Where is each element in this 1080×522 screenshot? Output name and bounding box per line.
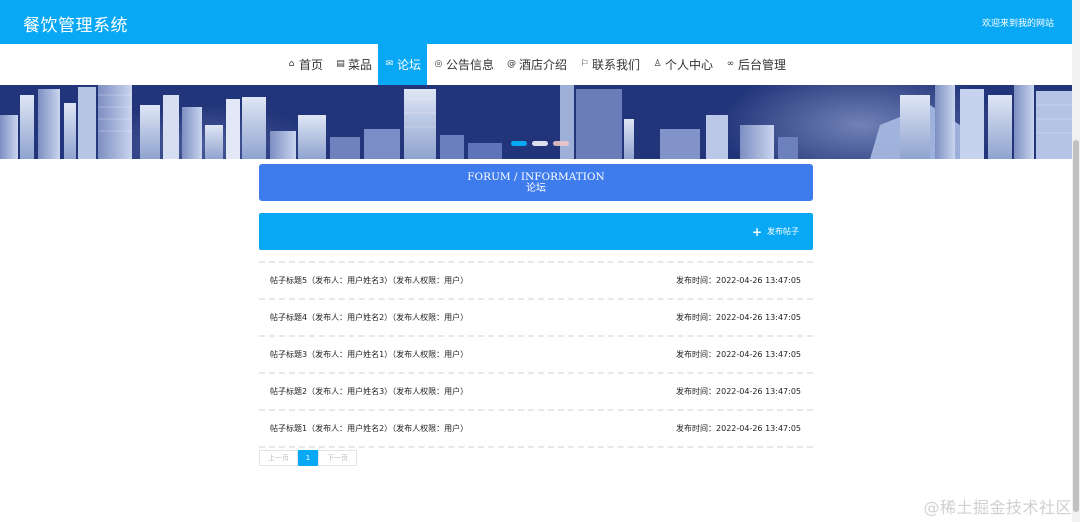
pagination: 上一页 1 下一页 [259, 450, 357, 466]
forum-icon: ✉ [385, 59, 394, 69]
nav-label: 菜品 [347, 58, 372, 72]
nav-label: 论坛 [396, 58, 421, 72]
nav-item-hotel[interactable]: @ 酒店介绍 [500, 44, 573, 85]
nav-label: 首页 [298, 58, 323, 72]
post-title: 帖子标题5（发布人：用户姓名3）（发布人权限：用户） [270, 276, 469, 285]
scrollbar-thumb[interactable] [1073, 140, 1079, 512]
post-item[interactable]: 帖子标题1（发布人：用户姓名2）（发布人权限：用户） 发布时间：2022-04-… [259, 409, 813, 446]
next-page-button[interactable]: 下一页 [318, 450, 357, 466]
main-nav: ⌂ 首页 ▤ 菜品 ✉ 论坛 ◎ 公告信息 @ 酒店介绍 ⚐ 联系我们 ♙ 个人… [0, 44, 1072, 85]
plus-icon: + [751, 224, 762, 239]
post-time: 发布时间：2022-04-26 13:47:05 [676, 276, 801, 285]
post-title: 帖子标题4（发布人：用户姓名2）（发布人权限：用户） [270, 313, 469, 322]
vertical-scrollbar[interactable] [1072, 0, 1080, 522]
post-time: 发布时间：2022-04-26 13:47:05 [676, 313, 801, 322]
post-title: 帖子标题1（发布人：用户姓名2）（发布人权限：用户） [270, 424, 469, 433]
post-time: 发布时间：2022-04-26 13:47:05 [676, 424, 801, 433]
menu-icon: ▤ [336, 59, 345, 69]
banner-carousel[interactable] [0, 85, 1072, 159]
publish-post-button[interactable]: + 发布帖子 [751, 224, 799, 239]
nav-label: 个人中心 [665, 58, 714, 72]
nav-item-home[interactable]: ⌂ 首页 [280, 44, 329, 85]
nav-label: 联系我们 [592, 58, 641, 72]
nav-label: 后台管理 [738, 58, 787, 72]
nav-item-forum[interactable]: ✉ 论坛 [377, 44, 427, 85]
section-title-en: FORUM / INFORMATION [467, 171, 605, 183]
welcome-text: 欢迎来到我的网站 [981, 19, 1054, 29]
page-number-current[interactable]: 1 [298, 450, 318, 466]
user-icon: ♙ [653, 59, 662, 69]
post-time: 发布时间：2022-04-26 13:47:05 [676, 350, 801, 359]
action-bar: + 发布帖子 [259, 213, 813, 250]
nav-item-admin[interactable]: ∞ 后台管理 [719, 44, 792, 85]
post-list: 帖子标题5（发布人：用户姓名3）（发布人权限：用户） 发布时间：2022-04-… [259, 261, 813, 448]
nav-item-dishes[interactable]: ▤ 菜品 [329, 44, 378, 85]
section-title-cn: 论坛 [526, 183, 546, 194]
section-title-bar: FORUM / INFORMATION 论坛 [259, 164, 813, 201]
nav-label: 公告信息 [445, 58, 494, 72]
carousel-dot[interactable] [553, 141, 569, 146]
carousel-dot[interactable] [511, 141, 527, 146]
post-item[interactable]: 帖子标题3（发布人：用户姓名1）（发布人权限：用户） 发布时间：2022-04-… [259, 335, 813, 372]
hotel-icon: @ [507, 59, 516, 69]
prev-page-button[interactable]: 上一页 [259, 450, 298, 466]
nav-item-notice[interactable]: ◎ 公告信息 [427, 44, 500, 85]
top-header: 餐饮管理系统 欢迎来到我的网站 [0, 0, 1072, 44]
post-title: 帖子标题3（发布人：用户姓名1）（发布人权限：用户） [270, 350, 469, 359]
nav-item-user-center[interactable]: ♙ 个人中心 [646, 44, 719, 85]
city-skyline-image [0, 85, 1072, 159]
home-icon: ⌂ [288, 59, 295, 69]
post-item[interactable]: 帖子标题5（发布人：用户姓名3）（发布人权限：用户） 发布时间：2022-04-… [259, 261, 813, 298]
carousel-dot[interactable] [532, 141, 548, 146]
post-item[interactable]: 帖子标题4（发布人：用户姓名2）（发布人权限：用户） 发布时间：2022-04-… [259, 298, 813, 335]
post-item[interactable]: 帖子标题2（发布人：用户姓名3）（发布人权限：用户） 发布时间：2022-04-… [259, 372, 813, 409]
notice-icon: ◎ [434, 59, 443, 69]
list-divider [259, 446, 813, 448]
flag-icon: ⚐ [580, 59, 589, 69]
publish-post-label: 发布帖子 [767, 227, 799, 236]
post-title: 帖子标题2（发布人：用户姓名3）（发布人权限：用户） [270, 387, 469, 396]
carousel-indicators [511, 141, 569, 146]
page: 餐饮管理系统 欢迎来到我的网站 ⌂ 首页 ▤ 菜品 ✉ 论坛 ◎ 公告信息 @ … [0, 0, 1080, 522]
watermark: @稀土掘金技术社区 [923, 498, 1072, 517]
post-time: 发布时间：2022-04-26 13:47:05 [676, 387, 801, 396]
app-title: 餐饮管理系统 [23, 16, 128, 36]
nav-label: 酒店介绍 [519, 58, 568, 72]
link-icon: ∞ [726, 59, 735, 69]
nav-item-contact[interactable]: ⚐ 联系我们 [573, 44, 646, 85]
